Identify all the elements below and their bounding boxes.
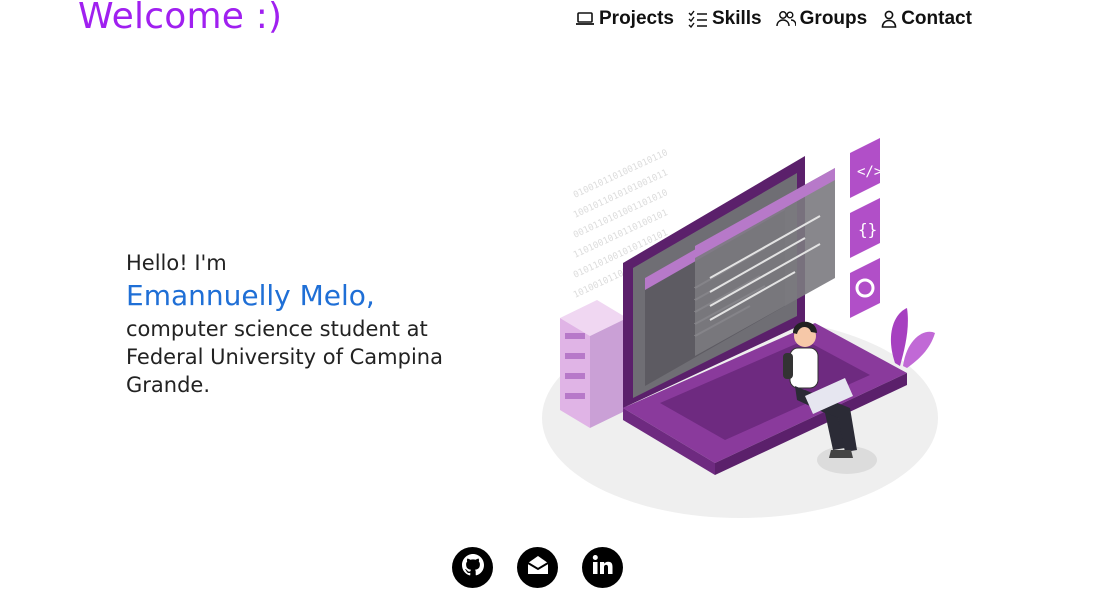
linkedin-link[interactable] (582, 547, 623, 588)
social-links (452, 547, 623, 588)
brand-title: Welcome :) (78, 0, 283, 37)
person-icon (881, 10, 897, 28)
nav-groups-label: Groups (799, 8, 868, 29)
people-icon (775, 10, 796, 28)
hero-description: computer science student at Federal Univ… (126, 317, 443, 397)
github-icon (459, 551, 487, 584)
laptop-icon (575, 11, 595, 27)
checklist-icon (688, 10, 708, 28)
github-link[interactable] (452, 547, 493, 588)
hero-name: Emannuelly Melo, (126, 279, 375, 312)
email-icon (525, 554, 551, 581)
nav-skills[interactable]: Skills (688, 8, 762, 30)
nav-contact[interactable]: Contact (881, 8, 972, 30)
nav-groups[interactable]: Groups (775, 8, 868, 30)
svg-text:</>: </> (857, 164, 882, 180)
nav-projects[interactable]: Projects (575, 8, 674, 30)
email-link[interactable] (517, 547, 558, 588)
hero-greeting: Hello! I'm (126, 251, 227, 275)
nav-contact-label: Contact (901, 8, 972, 29)
nav-projects-label: Projects (599, 8, 674, 29)
nav-skills-label: Skills (711, 8, 762, 29)
hero-illustration: 0100101101001010110 1001011010101001011 … (535, 128, 945, 528)
top-nav: Projects Skills Groups Contact (575, 8, 972, 30)
hero-intro: Hello! I'm Emannuelly Melo, computer sci… (126, 249, 496, 399)
svg-text:{}: {} (858, 220, 877, 239)
linkedin-icon (591, 553, 615, 582)
